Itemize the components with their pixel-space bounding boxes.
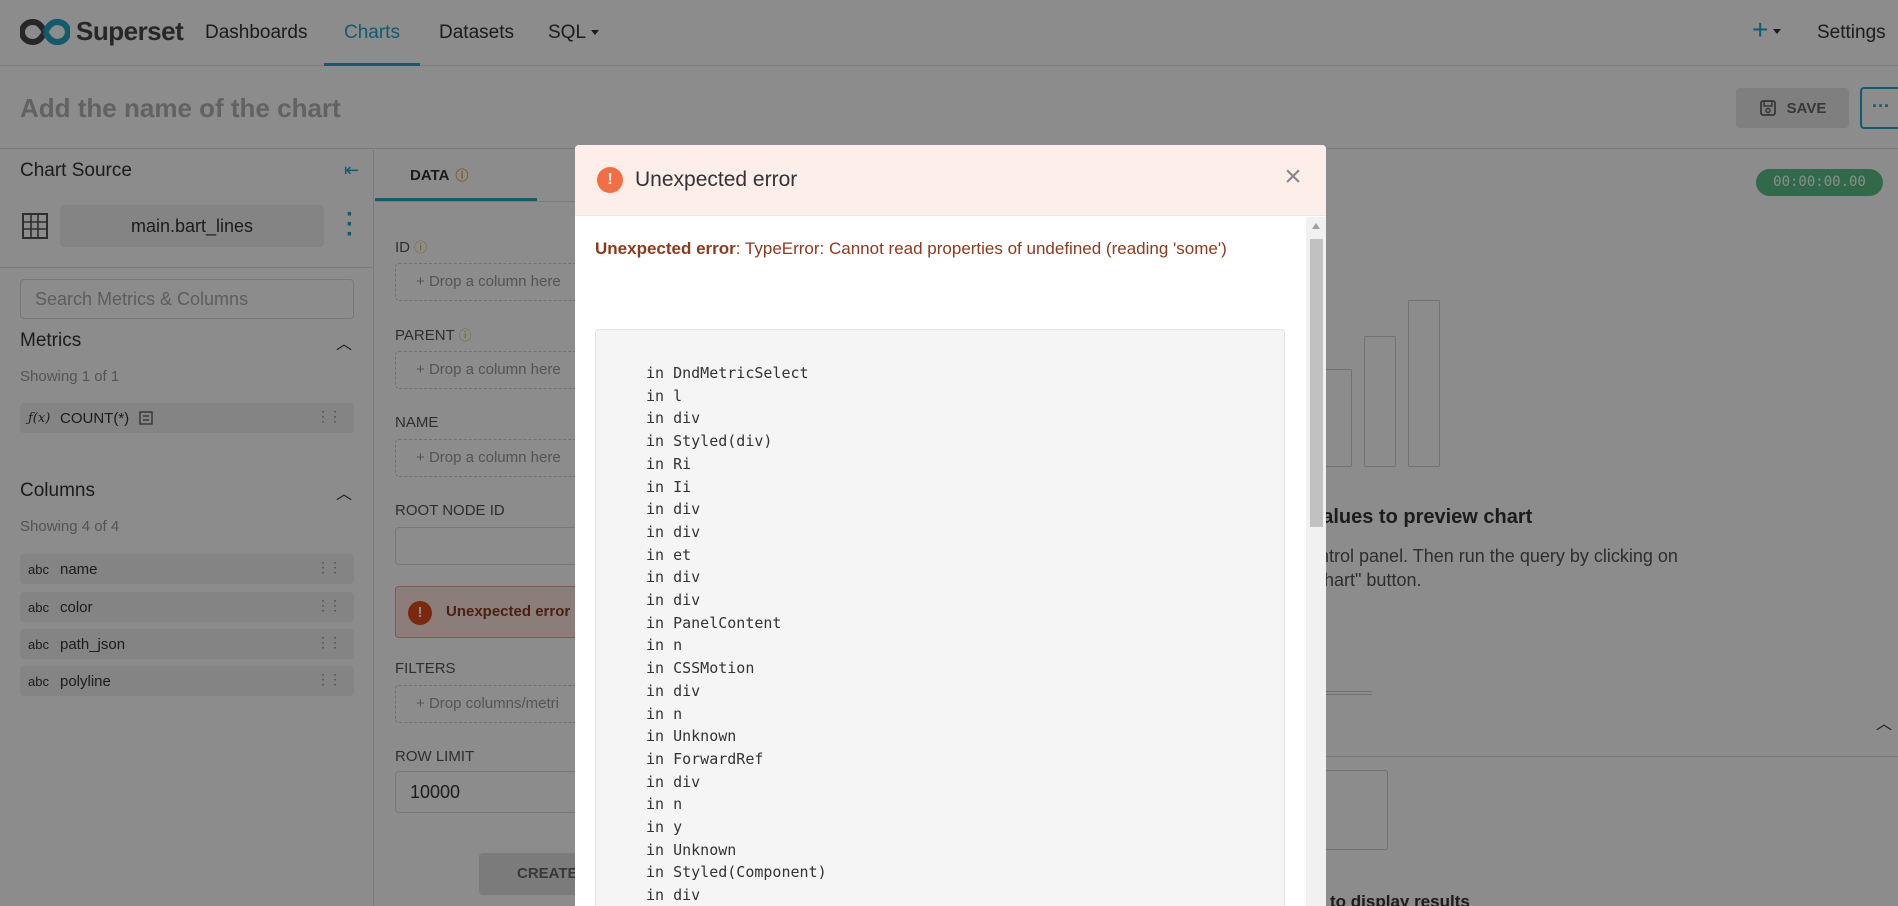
stack-trace-line: in y (646, 818, 683, 837)
stack-trace-line: in et (646, 545, 692, 564)
modal-scrollbar[interactable] (1306, 217, 1326, 906)
stack-trace-line: in PanelContent (646, 613, 782, 632)
stack-trace-line: in div (646, 591, 701, 610)
stack-trace-line: in div (646, 772, 701, 791)
stack-trace-line: in Ii (646, 477, 692, 496)
stack-trace-line: in div (646, 522, 701, 541)
modal-header: ! Unexpected error × (575, 145, 1326, 216)
modal-title: Unexpected error (635, 168, 798, 191)
stack-trace-line: in l (646, 386, 683, 405)
error-icon: ! (597, 167, 623, 193)
stack-trace-line: in Ri (646, 454, 692, 473)
error-message: Unexpected error: TypeError: Cannot read… (595, 239, 1227, 259)
stack-trace-line: in ForwardRef (646, 749, 764, 768)
modal-body: Unexpected error: TypeError: Cannot read… (575, 217, 1305, 906)
close-icon[interactable]: × (1277, 161, 1309, 193)
stack-trace-line: in n (646, 636, 683, 655)
stack-trace-line: in Styled(div) (646, 432, 773, 451)
stack-trace-line: in div (646, 500, 701, 519)
stack-trace-line: in Unknown (646, 727, 737, 746)
stack-trace-line: in div (646, 681, 701, 700)
stack-trace-line: in div (646, 886, 701, 905)
stack-trace-line: in div (646, 409, 701, 428)
stack-trace-line: in n (646, 704, 683, 723)
scroll-up-icon[interactable] (1312, 223, 1320, 229)
stack-trace-line: in Styled(Component) (646, 863, 827, 882)
scroll-thumb[interactable] (1310, 239, 1323, 527)
stack-trace-line: in DndMetricSelect (646, 364, 809, 382)
error-modal: ! Unexpected error × Unexpected error: T… (575, 145, 1326, 906)
error-label: Unexpected error (595, 239, 736, 258)
stack-trace-line: in CSSMotion (646, 659, 755, 678)
stack-trace-line: in div (646, 568, 701, 587)
stack-trace: in DndMetricSelect in l in div in Styled(di… (646, 362, 827, 906)
stack-trace-line: in Unknown (646, 840, 737, 859)
error-detail: : TypeError: Cannot read properties of u… (735, 239, 1227, 258)
stack-trace-box: in DndMetricSelect in l in div in Styled(di… (595, 329, 1285, 906)
stack-trace-line: in n (646, 795, 683, 814)
